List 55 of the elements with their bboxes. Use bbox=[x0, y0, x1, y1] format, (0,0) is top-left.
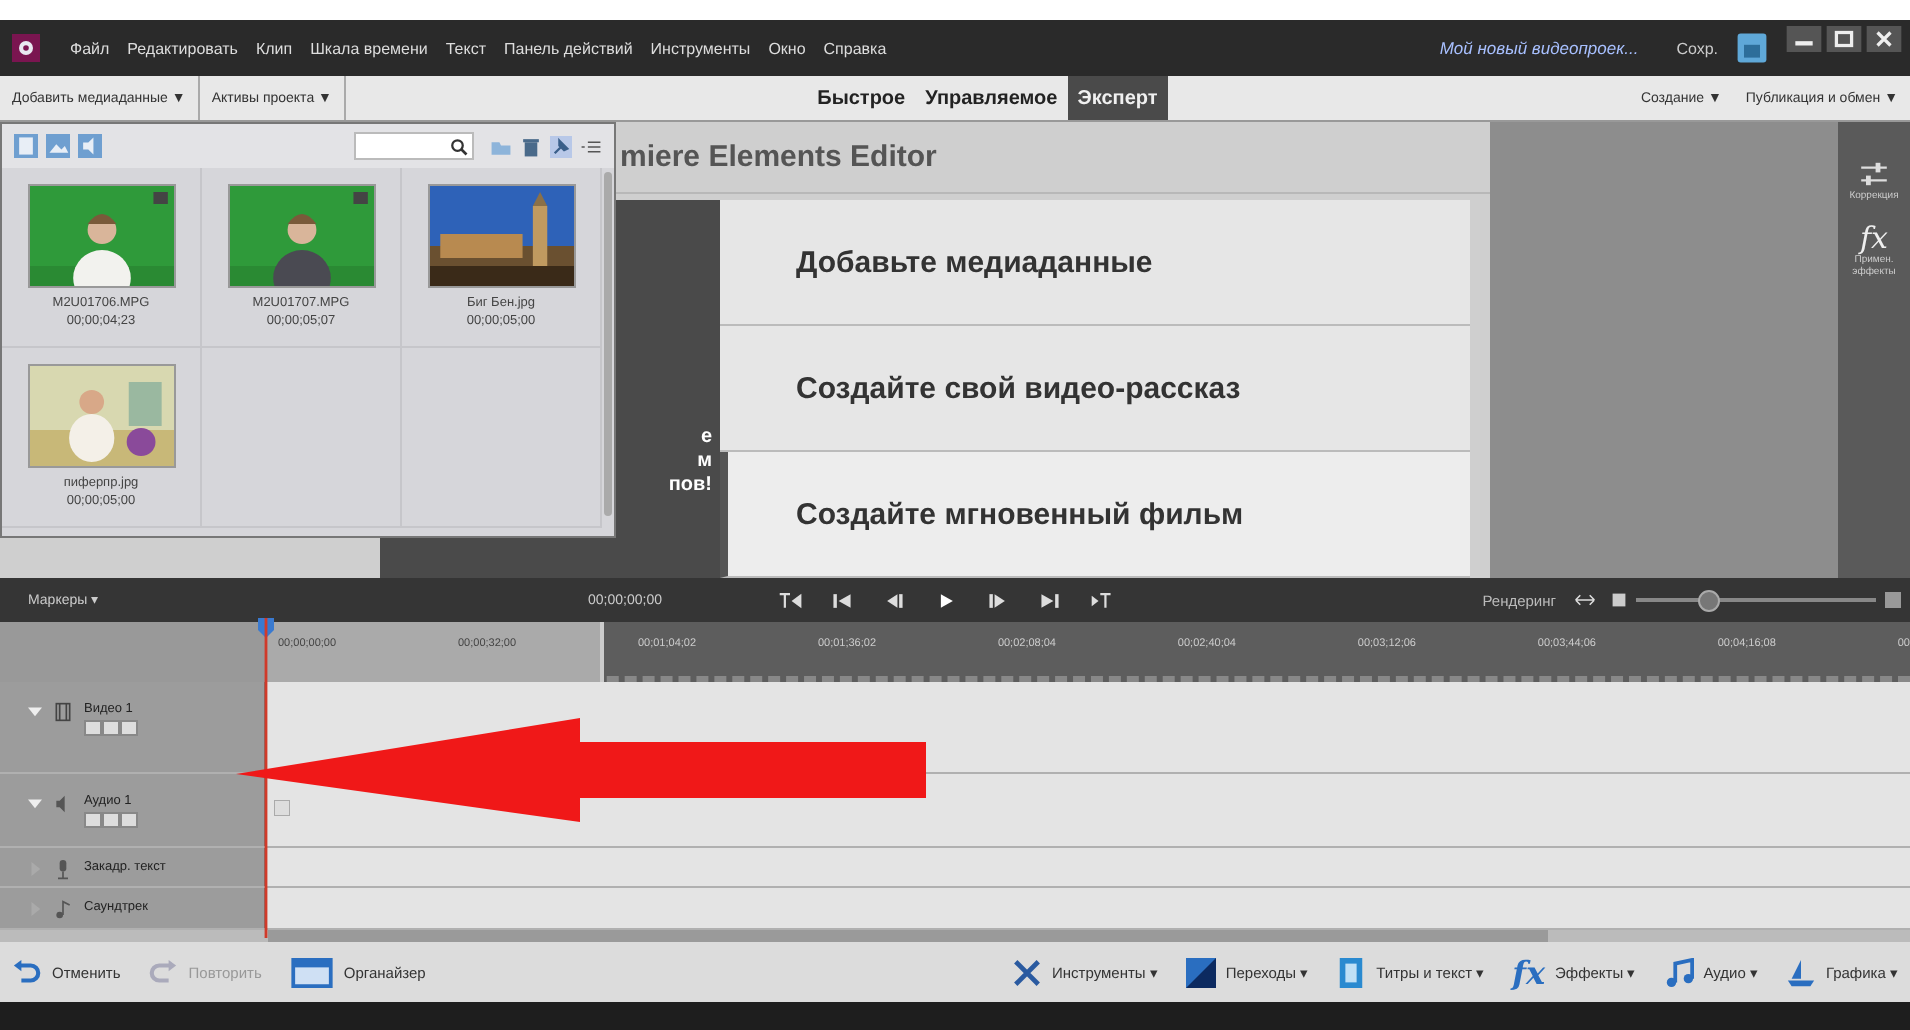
fx-icon[interactable]: fx bbox=[1859, 222, 1888, 254]
sliders-icon[interactable] bbox=[1858, 158, 1890, 190]
trash-icon[interactable] bbox=[520, 135, 542, 157]
go-to-start-icon[interactable] bbox=[830, 591, 854, 609]
film-strip-icon bbox=[1336, 957, 1367, 987]
save-button[interactable]: Сохр. bbox=[1676, 39, 1718, 57]
action-item[interactable]: Создайте мгновенный фильм bbox=[720, 452, 1470, 578]
menu-item[interactable]: Инструменты bbox=[650, 39, 751, 57]
mode-tab[interactable]: Быстрое bbox=[807, 76, 916, 120]
menu-item[interactable]: Шкала времени bbox=[310, 39, 428, 57]
music-icon bbox=[54, 900, 72, 921]
minimize-icon[interactable] bbox=[1786, 26, 1822, 52]
app-logo-icon bbox=[12, 34, 40, 62]
editor-title: miere Elements Editor bbox=[620, 140, 937, 174]
intro-text: м bbox=[697, 450, 712, 474]
scrollbar[interactable] bbox=[268, 930, 1548, 942]
tools-icon bbox=[1012, 957, 1043, 987]
menu-item[interactable]: Окно bbox=[768, 39, 806, 57]
intro-text: пов! bbox=[668, 474, 712, 498]
menu-item[interactable]: Справка bbox=[823, 39, 887, 57]
zoom-in-icon[interactable] bbox=[1882, 592, 1904, 608]
pin-icon[interactable] bbox=[550, 135, 572, 157]
menu-item[interactable]: Текст bbox=[445, 39, 486, 57]
undo-icon bbox=[12, 957, 42, 987]
transition-icon bbox=[1185, 957, 1216, 987]
menu-item[interactable]: Редактировать bbox=[127, 39, 238, 57]
clip-marker-icon bbox=[274, 800, 290, 817]
search-field[interactable] bbox=[354, 132, 474, 160]
go-to-end-icon[interactable] bbox=[1038, 591, 1062, 609]
menu-item[interactable]: Клип bbox=[255, 39, 293, 57]
maximize-icon[interactable] bbox=[1826, 26, 1862, 52]
sailboat-icon bbox=[1785, 957, 1816, 987]
menu-item[interactable]: Панель действий bbox=[504, 39, 633, 57]
close-icon[interactable] bbox=[1866, 26, 1902, 52]
scrollbar[interactable] bbox=[604, 172, 612, 516]
fx-icon: fx bbox=[1512, 953, 1546, 991]
search-icon bbox=[450, 137, 468, 155]
text-marker-icon[interactable] bbox=[778, 591, 802, 609]
project-title: Мой новый видеопроек... bbox=[1439, 38, 1639, 58]
step-forward-icon[interactable] bbox=[986, 591, 1010, 609]
menu-item[interactable]: Файл bbox=[70, 39, 110, 57]
mode-tab[interactable]: Эксперт bbox=[1067, 76, 1168, 120]
fit-icon[interactable] bbox=[1574, 592, 1596, 608]
redo-icon bbox=[148, 957, 179, 987]
calendar-icon bbox=[289, 957, 334, 987]
mode-tab[interactable]: Управляемое bbox=[915, 76, 1068, 120]
intro-text: е bbox=[700, 426, 712, 450]
action-item[interactable]: Добавьте медиаданные bbox=[720, 200, 1470, 326]
zoom-out-icon[interactable] bbox=[1608, 592, 1630, 608]
film-icon bbox=[54, 702, 72, 722]
text-marker-icon[interactable] bbox=[1090, 591, 1114, 609]
step-back-icon[interactable] bbox=[882, 591, 906, 609]
music-note-icon bbox=[1663, 957, 1694, 987]
user-icon[interactable] bbox=[1736, 32, 1768, 64]
microphone-icon bbox=[54, 859, 72, 880]
